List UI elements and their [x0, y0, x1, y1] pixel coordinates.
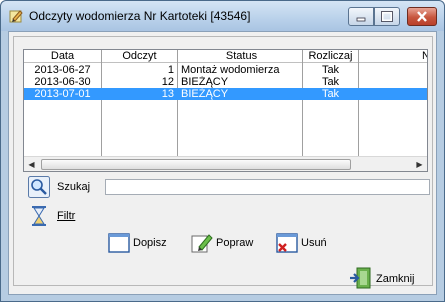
column-header-data[interactable]: Data: [24, 50, 101, 62]
cell-odczyt: 1: [167, 64, 174, 76]
main-window: Odczyty wodomierza Nr Kartoteki [43546] …: [0, 0, 445, 302]
column-header-rozliczaj[interactable]: Rozliczaj: [303, 50, 358, 62]
cell-status: BIEŻĄCY: [181, 88, 229, 100]
exit-button-label: Zamknij: [376, 273, 415, 285]
app-pencil-icon: [9, 10, 23, 23]
cell-rozliczaj: Tak: [321, 88, 340, 100]
edit-button[interactable]: Popraw: [191, 231, 263, 255]
magnifier-icon[interactable]: [28, 176, 50, 198]
client-area: Data Odczyt Status Rozliczaj N 2013-06-2…: [8, 31, 437, 295]
exit-door-icon: [350, 267, 371, 289]
add-button-label: Dopisz: [133, 237, 167, 249]
search-label: Szukaj: [57, 181, 91, 193]
cell-data: 2013-06-27: [34, 64, 91, 76]
delete-button-label: Usuń: [301, 237, 327, 249]
add-button[interactable]: Dopisz: [108, 231, 180, 255]
cell-odczyt: 13: [161, 88, 174, 100]
cell-status: Montaż wodomierza: [181, 64, 280, 76]
scroll-right-icon[interactable]: ▶: [412, 157, 427, 171]
cell-odczyt: 12: [161, 76, 174, 88]
hourglass-icon[interactable]: [30, 205, 48, 227]
table-row[interactable]: 2013-06-30 12 BIEŻĄCY Tak: [24, 76, 427, 88]
maximize-button[interactable]: [374, 7, 400, 26]
content-panel: Data Odczyt Status Rozliczaj N 2013-06-2…: [13, 36, 433, 289]
title-bar[interactable]: Odczyty wodomierza Nr Kartoteki [43546]: [1, 1, 444, 31]
close-icon: [417, 11, 427, 22]
exit-button[interactable]: Zamknij: [349, 267, 429, 291]
window-title: Odczyty wodomierza Nr Kartoteki [43546]: [29, 9, 251, 23]
readings-grid[interactable]: Data Odczyt Status Rozliczaj N 2013-06-2…: [23, 49, 428, 172]
close-window-button[interactable]: [407, 7, 437, 26]
edit-pencil-icon: [191, 234, 213, 253]
table-row-selected[interactable]: 2013-07-01 13 BIEŻĄCY Tak: [24, 88, 427, 100]
cell-data: 2013-07-01: [34, 88, 91, 100]
filter-label[interactable]: Filtr: [57, 209, 75, 223]
column-header-n[interactable]: N: [359, 50, 427, 62]
cell-status: BIEŻĄCY: [181, 76, 229, 88]
search-input[interactable]: [105, 179, 430, 195]
filter-label-text: Filtr: [57, 210, 76, 222]
cell-rozliczaj: Tak: [321, 76, 340, 88]
cell-data: 2013-06-30: [34, 76, 91, 88]
scroll-left-icon[interactable]: ◀: [24, 157, 39, 171]
horizontal-scrollbar[interactable]: ◀ ▶: [24, 156, 427, 171]
column-header-status[interactable]: Status: [178, 50, 302, 62]
edit-button-label: Popraw: [216, 237, 254, 249]
new-document-icon: [108, 233, 130, 253]
column-header-odczyt[interactable]: Odczyt: [102, 50, 177, 62]
table-row[interactable]: 2013-06-27 1 Montaż wodomierza Tak: [24, 64, 427, 76]
maximize-icon: [381, 11, 393, 22]
cell-rozliczaj: Tak: [321, 64, 340, 76]
delete-button[interactable]: Usuń: [276, 231, 340, 255]
minimize-icon: [356, 17, 366, 22]
delete-icon: [276, 233, 298, 253]
scrollbar-thumb[interactable]: [41, 159, 351, 170]
grid-header: Data Odczyt Status Rozliczaj N: [24, 50, 427, 63]
minimize-button[interactable]: [348, 7, 374, 26]
